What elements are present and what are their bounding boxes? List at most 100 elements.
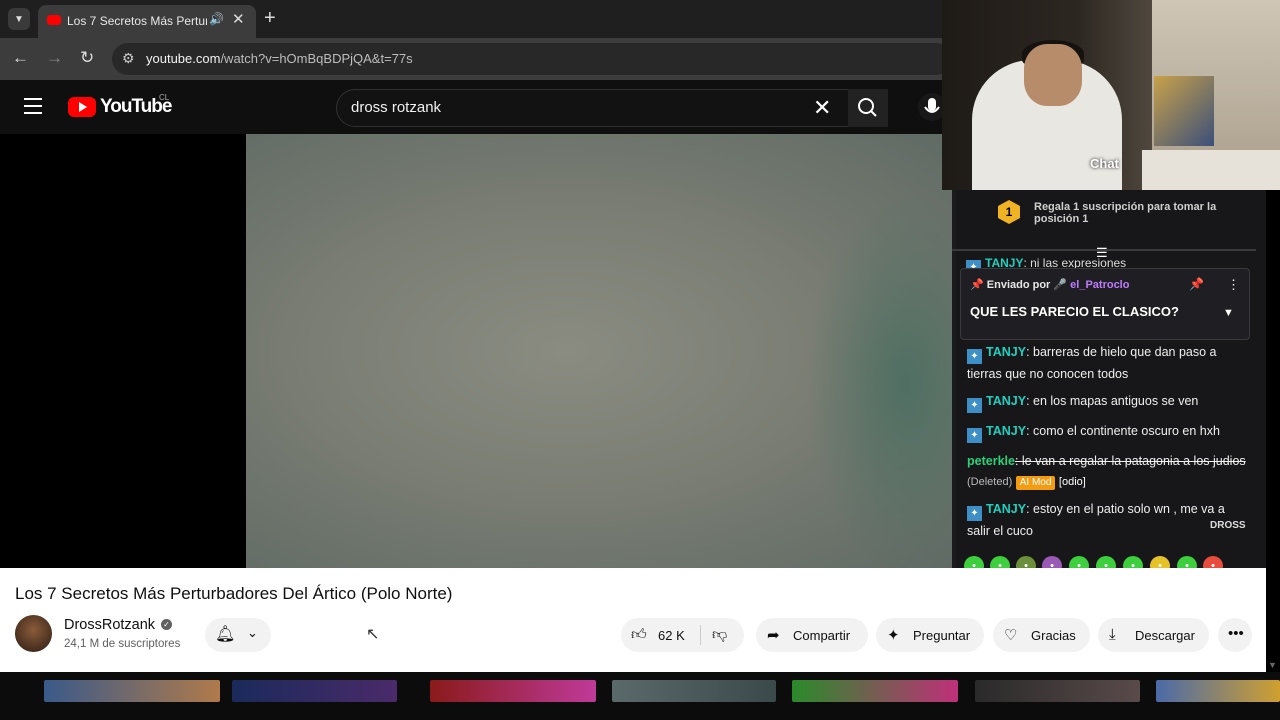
thumbnail[interactable] [792,680,958,702]
youtube-play-logo-icon[interactable] [68,97,96,117]
clear-search-icon[interactable]: ✕ [813,95,831,121]
site-info-icon[interactable]: ⚙ [122,50,135,67]
pinned-sender: 📌 Enviado por 🎤 el_Patroclo [970,279,1130,291]
subscriber-badge-icon: ✦ [967,506,982,521]
pinned-username[interactable]: el_Patroclo [1070,279,1129,291]
verified-check-icon: ✓ [161,619,172,630]
webcam-poster [1154,76,1214,146]
chat-username[interactable]: TANJY [986,502,1026,516]
subscriber-count: 24,1 M de suscriptores [64,638,181,650]
subscriber-badge-icon: ✦ [967,349,982,364]
menu-icon[interactable] [24,98,42,119]
chat-message-deleted: peterkle: le van a regalar la patagonia … [967,451,1251,492]
webcam-person-head [1024,44,1082,106]
thanks-button[interactable]: ♡ Gracias [993,618,1090,652]
chat-text: : le van a regalar la patagonia a los ju… [1014,454,1246,468]
speaker-icon[interactable]: 🔊 [209,12,224,26]
mouse-pointer-icon: ↖ [366,626,380,643]
pinned-sent-by: Enviado por [986,279,1051,291]
streamer-webcam: Chat [942,0,1280,190]
url-host: youtube.com [146,51,221,66]
chat-message: ✦ TANJY: en los mapas antiguos se ven [967,391,1251,413]
forward-arrow-icon[interactable]: → [46,48,63,68]
back-arrow-icon[interactable]: ← [12,48,29,68]
bell-icon: 🔔︎ [215,626,236,643]
gift-sub-prompt[interactable]: Regala 1 suscripción para tomar la posic… [1034,201,1224,225]
more-options-icon[interactable]: ⋮ [1227,277,1240,293]
region-code: CL [159,93,170,102]
browser-tab-bar: ▼ Los 7 Secretos Más Perturbadores Del Á… [0,0,942,38]
video-player[interactable] [246,134,956,568]
video-title: Los 7 Secretos Más Perturbadores Del Árt… [15,584,453,603]
download-label: Descargar [1135,628,1195,643]
tab-title: Los 7 Secretos Más Perturbadores Del Árt… [67,14,207,28]
like-count[interactable]: 62 K [658,628,685,643]
webcam-shelf [1142,150,1280,190]
thumbnail[interactable] [975,680,1140,702]
heart-dollar-icon: ♡ [1004,627,1018,644]
url-path: /watch?v=hOmBqBDPjQA&t=77s [220,51,413,66]
bottom-thumbnail-strip [0,672,1280,720]
chat-username[interactable]: TANJY [986,424,1026,438]
chat-username[interactable]: peterkle [967,454,1015,468]
chevron-down-icon: ⌄ [247,625,258,640]
chat-text: : como el continente oscuro en hxh [1026,424,1220,438]
browser-toolbar: ← → ↻ ⚙ youtube.com/watch?v=hOmBqBDPjQA&… [0,38,952,80]
address-bar[interactable]: ⚙ youtube.com/watch?v=hOmBqBDPjQA&t=77s [112,43,952,75]
share-label: Compartir [793,628,851,643]
thumbnail[interactable] [232,680,397,702]
chat-text: : en los mapas antiguos se ven [1026,394,1199,408]
more-actions-button[interactable]: ••• [1218,618,1252,652]
video-info-section: Los 7 Secretos Más Perturbadores Del Árt… [0,568,1266,672]
scroll-down-arrow-icon[interactable]: ▼ [1268,660,1277,670]
reload-icon[interactable]: ↻ [80,48,94,68]
notification-bell-button[interactable]: 🔔︎ ⌄ [205,618,271,652]
chevron-down-icon[interactable]: ▼ [1223,307,1234,319]
thanks-label: Gracias [1031,628,1076,643]
chat-message: ✦ TANJY: estoy en el patio solo wn , me v… [967,499,1251,541]
download-button[interactable]: ⤓ Descargar [1098,618,1209,652]
chat-message: ✦ TANJY: como el continente oscuro en hxh [967,421,1251,443]
share-arrow-icon: ➦ [767,627,780,644]
sparkle-icon: ✦ [887,627,900,644]
subscriber-badge-icon: ✦ [967,428,982,443]
browser-tab[interactable]: Los 7 Secretos Más Perturbadores Del Árt… [38,5,256,38]
thumbs-down-icon[interactable]: 👎︎ [712,626,727,644]
search-query: dross rotzank [351,99,442,116]
more-horizontal-icon: ••• [1228,625,1244,642]
channel-avatar[interactable] [15,615,52,652]
thumbnail[interactable] [44,680,220,702]
ask-button[interactable]: ✦ Preguntar [876,618,984,652]
like-dislike-bar: 👍︎ 62 K 👎︎ [621,618,744,652]
url-text: youtube.com/watch?v=hOmBqBDPjQA&t=77s [146,51,413,66]
ai-mod-badge: AI Mod [1015,476,1056,490]
pinned-message-text: QUE LES PARECIO EL CLASICO? [970,304,1179,319]
channel-name[interactable]: DrossRotzank [64,617,155,633]
channel-overlay-logo: DROSS [1210,520,1246,531]
chat-overlay-label: Chat [1090,156,1119,171]
ask-label: Preguntar [913,628,971,643]
tab-search-chevron-icon[interactable]: ▼ [8,8,30,30]
pin-icon[interactable]: 📌 [1189,277,1204,291]
gift-rank-badge: 1 [998,200,1020,224]
youtube-favicon-icon [47,15,61,25]
new-tab-plus-icon[interactable]: + [264,7,276,30]
chat-message: ✦ TANJY: barreras de hielo que dan paso a… [967,342,1251,384]
share-button[interactable]: ➦ Compartir [756,618,868,652]
subscriber-badge-icon: ✦ [967,398,982,413]
like-separator [700,625,701,645]
video-frame-figure [806,194,956,568]
pinned-message[interactable]: 📌 Enviado por 🎤 el_Patroclo 📌 ⋮ QUE LES … [960,268,1250,340]
close-tab-icon[interactable]: ✕ [232,10,245,28]
thumbs-up-icon[interactable]: 👍︎ [631,626,647,644]
thumbnail[interactable] [430,680,596,702]
search-input[interactable]: dross rotzank ✕ [336,89,850,127]
thumbnail[interactable] [612,680,776,702]
download-icon: ⤓ [1109,626,1116,643]
search-button[interactable] [848,89,888,127]
youtube-header: YouTube CL dross rotzank ✕ [0,80,946,134]
chat-panel: 1 Regala 1 suscripción para tomar la pos… [952,190,1266,568]
chat-username[interactable]: TANJY [986,345,1026,359]
thumbnail[interactable] [1156,680,1280,702]
chat-username[interactable]: TANJY [986,394,1026,408]
